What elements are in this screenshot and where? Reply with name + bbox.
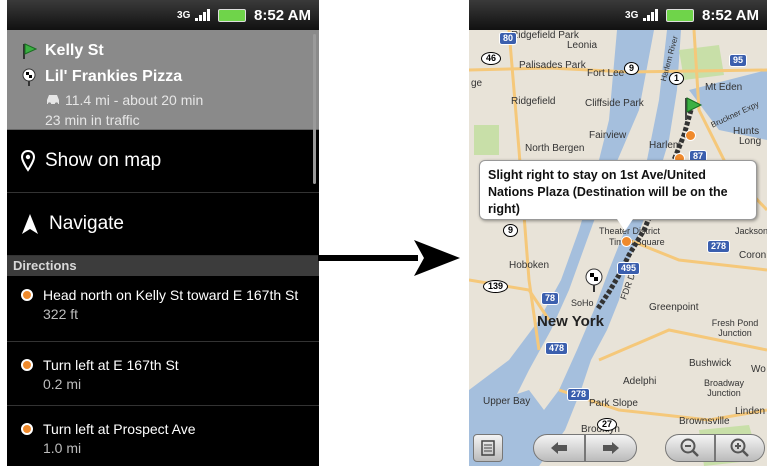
highway-shield: 139: [483, 280, 509, 293]
scrollbar[interactable]: [313, 34, 316, 184]
direction-step[interactable]: Turn left at Prospect Ave 1.0 mi: [7, 406, 319, 466]
map-label: Jackson Heights: [735, 226, 767, 236]
map-label: Mt Eden: [705, 82, 743, 93]
direction-step[interactable]: Turn left at E 167th St 0.2 mi: [7, 342, 319, 406]
start-flag-icon: [23, 43, 37, 59]
map-label: Leonia: [567, 40, 598, 51]
previous-step-button[interactable]: [533, 434, 585, 462]
map-view[interactable]: Ridgefield Park Leonia Palisades Park Fo…: [469, 30, 767, 466]
map-label: Bushwick: [689, 358, 732, 369]
menu-icon: [481, 440, 495, 456]
directions-screen: 3G 8:52 AM Kelly St Lil' Frankies Pizza: [7, 0, 319, 466]
map-label: Long: [739, 136, 762, 147]
map-label: Greenpoint: [649, 302, 699, 313]
step-instruction: Head north on Kelly St toward E 167th St: [43, 287, 299, 303]
navigate-arrow-icon: [22, 214, 38, 234]
next-step-button[interactable]: [585, 434, 637, 462]
zoom-in-icon: [730, 438, 749, 457]
signal-icon: [643, 9, 659, 21]
status-bar: 3G 8:52 AM: [7, 0, 319, 30]
route-start: Kelly St: [45, 42, 104, 59]
highway-shield: 46: [481, 52, 502, 65]
map-pin-icon: [21, 150, 35, 172]
map-label: Hoboken: [509, 260, 550, 271]
map-label: Fairview: [589, 130, 627, 141]
step-bullet-icon: [21, 289, 33, 301]
network-3g-icon: 3G: [625, 9, 639, 21]
map-label: Fresh Pond Junction: [711, 318, 759, 338]
highway-shield: 495: [617, 262, 641, 275]
map-label: Adelphi: [623, 376, 657, 387]
car-icon: [47, 95, 59, 106]
step-distance: 322 ft: [43, 306, 79, 322]
highway-shield: 78: [541, 292, 560, 305]
map-label: Harlem: [649, 140, 682, 151]
map-label: Times Square: [609, 237, 665, 247]
map-label: Ridgefield: [511, 96, 556, 107]
highway-shield: 9: [624, 62, 640, 75]
network-3g-icon: 3G: [177, 9, 191, 21]
route-waypoint[interactable]: [685, 130, 696, 141]
map-controls: [469, 430, 767, 466]
show-on-map-button[interactable]: Show on map: [7, 130, 319, 193]
step-bullet-icon: [21, 423, 33, 435]
route-summary[interactable]: Kelly St Lil' Frankies Pizza 11.4 mi - a…: [7, 30, 319, 130]
status-bar: 3G 8:52 AM: [469, 0, 767, 30]
map-label: Wo: [751, 364, 766, 375]
direction-callout[interactable]: Slight right to stay on 1st Ave/United N…: [479, 160, 757, 220]
navigate-label: Navigate: [49, 213, 124, 234]
step-bullet-icon: [21, 359, 33, 371]
highway-shield: 80: [499, 32, 518, 45]
navigate-button[interactable]: Navigate: [7, 193, 319, 256]
step-instruction: Turn left at Prospect Ave: [43, 421, 196, 437]
zoom-in-button[interactable]: [715, 434, 765, 462]
highway-shield: 1: [669, 72, 685, 85]
route-waypoint[interactable]: [621, 236, 632, 247]
transition-arrow-icon: [318, 240, 460, 276]
map-label: Palisades Park: [519, 60, 586, 71]
zoom-out-button[interactable]: [665, 434, 715, 462]
zoom-out-icon: [680, 438, 699, 457]
callout-tail: [617, 219, 633, 231]
highway-shield: 278: [707, 240, 731, 253]
map-label: SoHo: [571, 298, 594, 308]
map-label-new-york: New York: [537, 313, 604, 330]
map-label: Cliffside Park: [585, 98, 644, 109]
map-label: Broadway Junction: [703, 378, 745, 398]
map-label: Upper Bay: [483, 396, 531, 407]
map-label: Brownsville: [679, 416, 730, 427]
highway-shield: 278: [567, 388, 591, 401]
start-flag-icon: [685, 97, 703, 120]
step-instruction: Turn left at E 167th St: [43, 357, 179, 373]
direction-step[interactable]: Head north on Kelly St toward E 167th St…: [7, 276, 319, 342]
checkered-flag-icon: [22, 68, 36, 86]
step-distance: 1.0 mi: [43, 440, 82, 456]
show-on-map-label: Show on map: [45, 150, 162, 171]
route-distance-time: 11.4 mi - about 20 min: [65, 92, 204, 108]
status-time: 8:52 AM: [254, 6, 311, 24]
menu-button[interactable]: [473, 434, 503, 462]
map-label: Coron: [739, 250, 767, 261]
route-traffic: 23 min in traffic: [45, 112, 140, 128]
step-distance: 0.2 mi: [43, 376, 82, 392]
directions-header: Directions: [7, 256, 319, 276]
signal-icon: [195, 9, 211, 21]
highway-shield: 9: [503, 224, 519, 237]
highway-shield: 95: [729, 54, 748, 67]
battery-icon: [666, 8, 695, 22]
map-label: Park Slope: [589, 398, 638, 409]
prev-arrow-icon: [551, 442, 567, 454]
map-label: Linden: [735, 406, 766, 417]
map-label: ge: [471, 78, 483, 89]
map-label: North Bergen: [525, 143, 585, 154]
highway-shield: 478: [545, 342, 569, 355]
checkered-flag-icon: [585, 268, 603, 292]
map-label: Fort Lee: [587, 68, 625, 79]
map-screen: 3G 8:52 AM Ridgefield Park Leonia Palisa…: [469, 0, 767, 466]
route-destination: Lil' Frankies Pizza: [45, 68, 183, 85]
battery-icon: [218, 8, 247, 22]
status-time: 8:52 AM: [702, 6, 759, 24]
next-arrow-icon: [603, 442, 619, 454]
